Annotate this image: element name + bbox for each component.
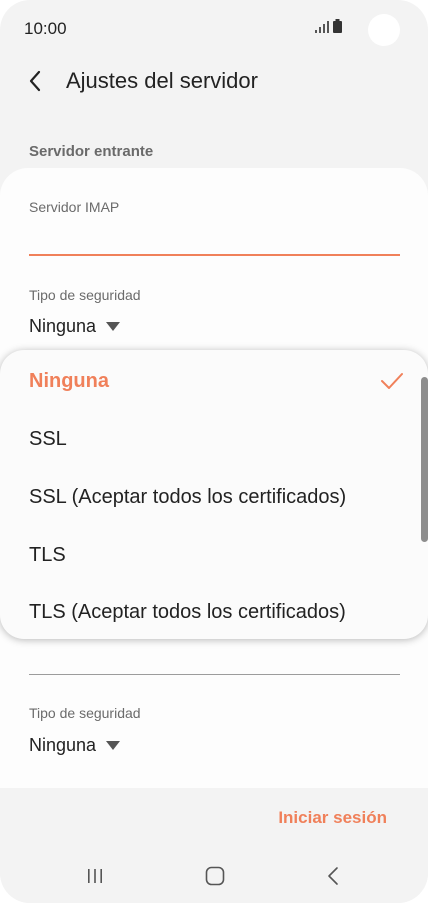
home-icon[interactable]	[205, 866, 225, 886]
login-button[interactable]: Iniciar sesión	[278, 808, 387, 828]
check-icon	[381, 373, 403, 389]
battery-icon	[333, 19, 342, 33]
dropdown-option-tls[interactable]: TLS	[29, 544, 66, 567]
back-icon[interactable]	[326, 866, 340, 886]
camera-cutout	[368, 14, 400, 46]
dropdown-option-ninguna[interactable]: Ninguna	[29, 370, 109, 393]
page-title: Ajustes del servidor	[66, 68, 258, 93]
dropdown-option-ssl[interactable]: SSL	[29, 428, 67, 451]
status-bar: 10:00	[0, 0, 428, 56]
footer-bar: Iniciar sesión	[0, 788, 428, 903]
chevron-left-icon[interactable]	[24, 68, 48, 94]
caret-down-icon	[106, 741, 121, 750]
security2-select[interactable]: Ninguna	[29, 735, 121, 756]
caret-down-icon	[106, 322, 121, 331]
security2-select-value: Ninguna	[29, 735, 97, 755]
security2-label: Tipo de seguridad	[29, 705, 141, 721]
scrollbar[interactable]	[421, 377, 428, 542]
phone-screen: 10:00 Ajustes del servidor Servidor entr…	[0, 0, 428, 903]
dropdown-option-ssl-all[interactable]: SSL (Aceptar todos los certificados)	[29, 486, 346, 509]
security-select[interactable]: Ninguna	[29, 316, 121, 337]
imap-input[interactable]	[29, 222, 400, 254]
security-select-value: Ninguna	[29, 316, 97, 336]
signal-icon	[315, 21, 329, 33]
security-label: Tipo de seguridad	[29, 287, 141, 303]
app-header: Ajustes del servidor	[0, 56, 428, 108]
field-divider	[29, 674, 400, 675]
imap-label: Servidor IMAP	[29, 199, 120, 215]
imap-input-underline	[29, 254, 400, 256]
dropdown-option-tls-all[interactable]: TLS (Aceptar todos los certificados)	[29, 601, 346, 624]
status-time: 10:00	[24, 19, 67, 38]
section-label: Servidor entrante	[29, 143, 154, 160]
recents-icon[interactable]	[86, 868, 104, 884]
